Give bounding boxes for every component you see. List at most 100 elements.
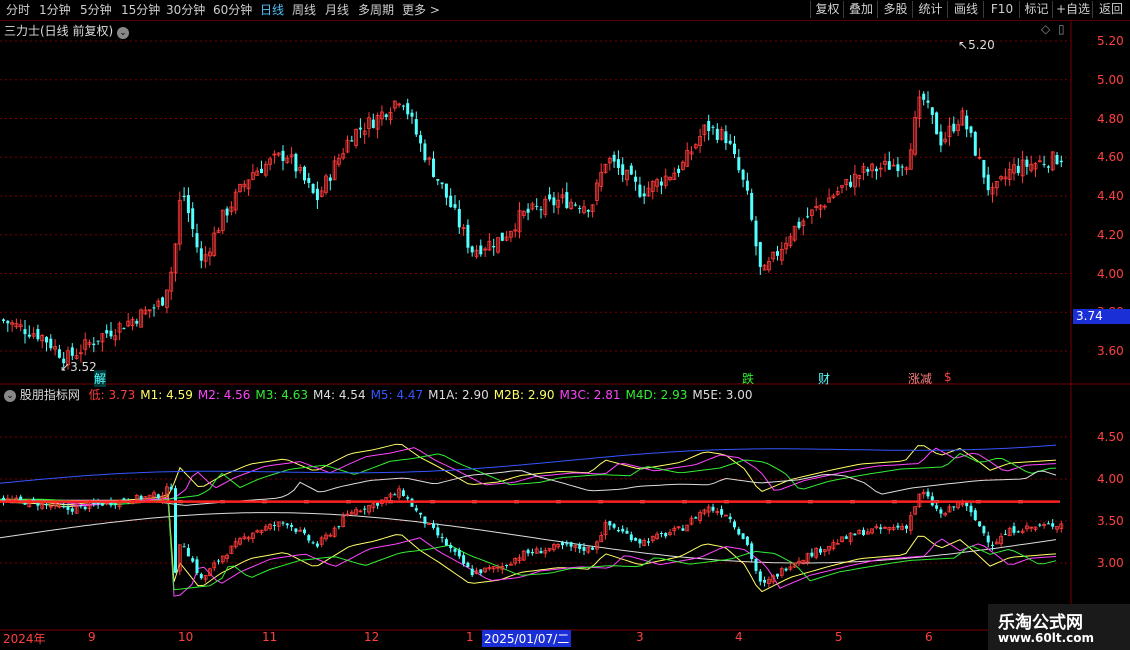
low-marker: ↙3.52 bbox=[60, 360, 97, 374]
indicator-candle-body bbox=[561, 542, 564, 546]
diamond-icon[interactable]: ◇ bbox=[1041, 22, 1050, 36]
indicator-candle-body bbox=[565, 543, 569, 545]
candle-body bbox=[311, 184, 315, 193]
add-watchlist-button[interactable]: +自选 bbox=[1052, 1, 1093, 18]
tab-60min[interactable]: 60分钟 bbox=[213, 2, 252, 18]
event-cai[interactable]: 财 bbox=[818, 370, 830, 387]
candle-body bbox=[440, 182, 444, 185]
indicator-candle-body bbox=[973, 510, 977, 521]
event-jie[interactable]: 解 bbox=[94, 370, 107, 387]
tab-1min[interactable]: 1分钟 bbox=[39, 2, 71, 18]
indicator-candle-body bbox=[745, 536, 749, 545]
back-button[interactable]: 返回 bbox=[1092, 1, 1129, 18]
indicator-candle-body bbox=[569, 542, 573, 547]
candle-body bbox=[986, 174, 990, 191]
candle-body bbox=[36, 328, 40, 340]
indicator-candle-body bbox=[784, 568, 788, 571]
candle-body bbox=[281, 150, 285, 161]
candle-body bbox=[629, 165, 633, 175]
tab-5min[interactable]: 5分钟 bbox=[80, 2, 112, 18]
indicator-candle-body bbox=[406, 497, 410, 499]
indicator-header[interactable]: ⌄ 股朋指标网 低: 3.73 M1: 4.59 M2: 4.56 M3: 4.63 M… bbox=[4, 386, 753, 403]
indicator-candle-body bbox=[191, 558, 195, 562]
draw-line-button[interactable]: 画线 bbox=[947, 1, 984, 18]
indicator-candle-body bbox=[186, 548, 190, 557]
indicator-lines bbox=[0, 443, 1057, 597]
indicator-candle-body bbox=[896, 525, 900, 528]
candle-body bbox=[294, 153, 298, 172]
indicator-candle-body bbox=[1046, 523, 1050, 525]
indicator-candle-body bbox=[315, 543, 319, 547]
candle-body bbox=[634, 176, 638, 182]
indicator-candle-body bbox=[444, 539, 448, 546]
time-label: 10 bbox=[178, 630, 194, 644]
tab-15min[interactable]: 15分钟 bbox=[121, 2, 160, 18]
overlay-button[interactable]: 叠加 bbox=[843, 1, 878, 18]
indicator-candle-body bbox=[466, 562, 470, 568]
candle-body bbox=[728, 140, 732, 144]
candle-body bbox=[500, 232, 504, 241]
tab-daily[interactable]: 日线 bbox=[260, 2, 284, 18]
statistics-button[interactable]: 统计 bbox=[912, 1, 948, 18]
indicator-candle-body bbox=[440, 537, 444, 539]
price-tick: 4.20 bbox=[1097, 227, 1124, 242]
candle-body bbox=[642, 193, 646, 197]
indicator-candle-body bbox=[62, 505, 66, 508]
indicator-candle-body bbox=[647, 541, 650, 543]
event-zhangjian[interactable]: 涨减 bbox=[908, 370, 932, 387]
event-die[interactable]: 跌 bbox=[742, 370, 754, 387]
candle-body bbox=[479, 245, 483, 255]
candle-body bbox=[152, 307, 156, 309]
indicator-candle-body bbox=[199, 573, 203, 579]
biaoji-button[interactable]: 标记 bbox=[1019, 1, 1053, 18]
indicator-candle-body bbox=[659, 533, 663, 535]
multi-stock-button[interactable]: 多股 bbox=[877, 1, 913, 18]
indicator-candle-body bbox=[986, 535, 990, 543]
candle-body bbox=[866, 169, 870, 172]
indicator-candle-body bbox=[905, 525, 908, 529]
stock-title[interactable]: 三力士(日线 前复权) ⌄ bbox=[4, 22, 130, 39]
candle-body bbox=[750, 193, 754, 220]
f10-button[interactable]: F10 bbox=[983, 1, 1020, 18]
candle-body bbox=[711, 126, 715, 128]
indicator-candle-body bbox=[113, 503, 117, 505]
event-dollar[interactable]: $ bbox=[944, 370, 952, 384]
tab-multi-period[interactable]: 多周期 bbox=[358, 2, 394, 18]
tab-weekly[interactable]: 周线 bbox=[292, 2, 316, 18]
candle-body bbox=[982, 160, 986, 178]
tab-more[interactable]: 更多 > bbox=[402, 2, 440, 18]
candle-body bbox=[1042, 163, 1046, 165]
chart-area[interactable] bbox=[0, 20, 1130, 650]
panel-icon[interactable]: ▯ bbox=[1058, 22, 1065, 36]
tab-30min[interactable]: 30分钟 bbox=[166, 2, 205, 18]
watermark: 乐淘公式网 www.60lt.com bbox=[988, 604, 1130, 650]
candle-body bbox=[49, 338, 53, 349]
indicator-candle-body bbox=[401, 490, 405, 496]
indicator-value: M5E: 3.00 bbox=[692, 388, 753, 402]
indicator-candle-body bbox=[862, 529, 865, 536]
indicator-candle-body bbox=[621, 528, 625, 532]
indicator-candle-body bbox=[505, 564, 509, 566]
indicator-candle-body bbox=[750, 543, 754, 560]
candle-body bbox=[578, 207, 582, 209]
indicator-candle-body bbox=[625, 530, 629, 534]
indicator-candle-body bbox=[612, 524, 616, 528]
candle-body bbox=[565, 192, 569, 208]
tab-fenshi[interactable]: 分时 bbox=[6, 2, 30, 18]
candle-body bbox=[874, 168, 878, 172]
candle-body bbox=[573, 204, 577, 206]
tab-monthly[interactable]: 月线 bbox=[325, 2, 349, 18]
indicator-candle-body bbox=[462, 555, 466, 564]
indicator-candle-body bbox=[681, 528, 685, 531]
chevron-down-icon[interactable]: ⌄ bbox=[4, 389, 16, 402]
fuquan-button[interactable]: 复权 bbox=[810, 1, 844, 18]
candle-body bbox=[745, 180, 749, 191]
indicator-candle-body bbox=[311, 542, 315, 544]
indicator-candle-body bbox=[982, 526, 986, 534]
indicator-candle-body bbox=[969, 505, 973, 513]
indicator-candle-body bbox=[419, 512, 423, 515]
chevron-down-icon[interactable]: ⌄ bbox=[117, 27, 130, 39]
candle-body bbox=[758, 242, 762, 267]
candle-body bbox=[930, 107, 934, 115]
candle-body bbox=[419, 135, 423, 144]
